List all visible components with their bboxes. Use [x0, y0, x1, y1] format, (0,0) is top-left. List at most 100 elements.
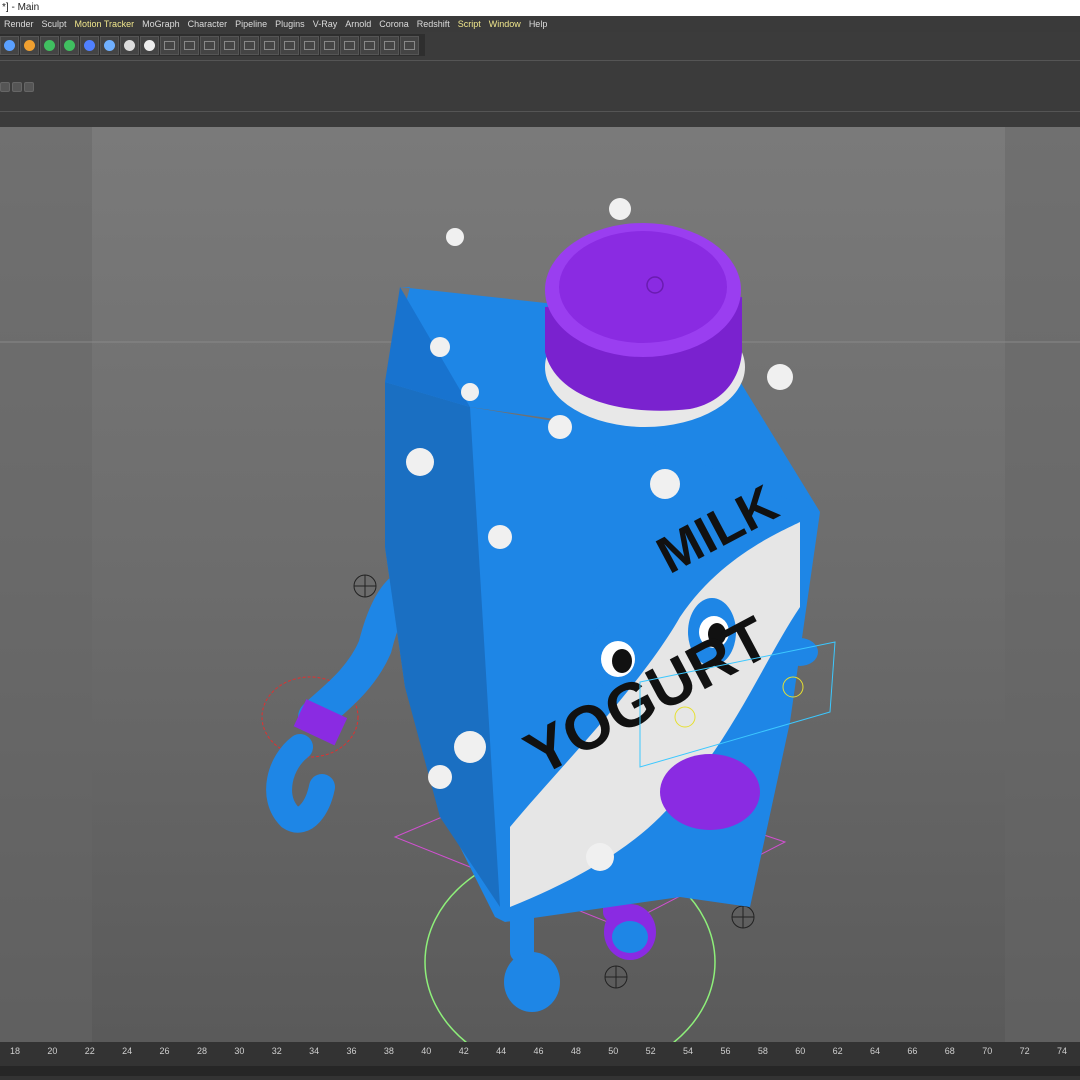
cube-button[interactable]	[0, 35, 19, 55]
timeline-tick-label: 70	[982, 1046, 993, 1056]
timeline-tick-label: 66	[907, 1046, 918, 1056]
timeline-tick-label: 18	[9, 1046, 21, 1056]
timeline-tick-label: 24	[122, 1046, 133, 1056]
tool-button[interactable]	[400, 35, 419, 55]
3d-viewport[interactable]: MILK YOGURT	[0, 127, 1080, 1042]
main-toolbar	[0, 34, 425, 56]
timeline-tick-label: 50	[608, 1046, 619, 1056]
divider	[0, 60, 1080, 61]
timeline-tick-label: 28	[196, 1046, 207, 1056]
tool-icon	[324, 40, 335, 50]
grid-button[interactable]	[160, 35, 179, 55]
timeline-tick-label: 60	[795, 1046, 806, 1056]
divider	[0, 111, 1080, 112]
camera-icon	[124, 39, 135, 51]
tool-button[interactable]	[300, 35, 319, 55]
timeline-tick-label: 26	[159, 1046, 170, 1056]
tool-button[interactable]	[220, 35, 239, 55]
timeline-tick-label: 36	[346, 1046, 357, 1056]
light-icon	[144, 39, 155, 51]
menu-item[interactable]: Plugins	[271, 16, 309, 32]
tool-icon	[404, 40, 415, 50]
timeline-tick-label: 32	[271, 1046, 282, 1056]
timeline-tick-label: 58	[757, 1046, 768, 1056]
timeline-tick-label: 22	[84, 1046, 95, 1056]
menu-item[interactable]: Render	[0, 16, 38, 32]
mini-button[interactable]	[24, 82, 34, 92]
tool-icon	[364, 40, 375, 50]
menu-item[interactable]: V-Ray	[309, 16, 342, 32]
tool-icon	[304, 40, 315, 50]
tool-button[interactable]	[340, 35, 359, 55]
timeline-tick-label: 72	[1019, 1046, 1030, 1056]
menu-item[interactable]: Redshift	[413, 16, 454, 32]
menu-item[interactable]: Corona	[375, 16, 413, 32]
tool-button[interactable]	[380, 35, 399, 55]
timeline-tick-label: 46	[533, 1046, 544, 1056]
timeline-tick-label: 42	[458, 1046, 469, 1056]
tool-button[interactable]	[280, 35, 299, 55]
timeline-tick-label: 30	[234, 1046, 245, 1056]
timeline-tick-label: 34	[309, 1046, 320, 1056]
floor-icon	[104, 39, 115, 51]
timeline-tick-label: 54	[683, 1046, 694, 1056]
viewport-render: MILK YOGURT	[0, 127, 1080, 1042]
tool-icon	[184, 40, 195, 50]
menu-item[interactable]: Window	[485, 16, 525, 32]
tool-button[interactable]	[200, 35, 219, 55]
mini-button[interactable]	[12, 82, 22, 92]
timeline-tick-label: 20	[47, 1046, 58, 1056]
menu-item[interactable]: Pipeline	[231, 16, 271, 32]
viewport-mini-toolbar	[0, 80, 36, 94]
timeline-tick-label: 48	[570, 1046, 581, 1056]
bottle-cap	[545, 223, 745, 427]
timeline-tick-label: 62	[832, 1046, 843, 1056]
timeline-tick-label: 56	[720, 1046, 731, 1056]
timeline-tick-label: 52	[645, 1046, 656, 1056]
camera-button[interactable]	[120, 35, 139, 55]
timeline-tick-label: 74	[1056, 1046, 1068, 1056]
menu-item[interactable]: MoGraph	[138, 16, 184, 32]
tool-button[interactable]	[180, 35, 199, 55]
tool-icon	[344, 40, 355, 50]
timeline-tick-label: 38	[383, 1046, 394, 1056]
subdivision-button[interactable]	[40, 35, 59, 55]
timeline-tick-label: 64	[870, 1046, 881, 1056]
window-titlebar: *] - Main	[0, 0, 1080, 16]
tool-icon	[384, 40, 395, 50]
menu-item[interactable]: Arnold	[341, 16, 375, 32]
timeline-scrollbar[interactable]	[0, 1066, 1080, 1076]
deformer-icon	[84, 39, 95, 51]
menu-item[interactable]: Script	[454, 16, 485, 32]
tool-icon	[204, 40, 215, 50]
cloner-button[interactable]	[60, 35, 79, 55]
title-prefix: *]	[2, 2, 9, 13]
tool-icon	[264, 40, 275, 50]
tool-button[interactable]	[260, 35, 279, 55]
cube-icon	[4, 39, 15, 51]
floor-button[interactable]	[100, 35, 119, 55]
tool-button[interactable]	[360, 35, 379, 55]
tool-icon	[224, 40, 235, 50]
subdivision-icon	[44, 39, 55, 51]
deformer-button[interactable]	[80, 35, 99, 55]
pen-button[interactable]	[20, 35, 39, 55]
menu-bar: Render Sculpt Motion Tracker MoGraph Charact…	[0, 16, 1080, 32]
mini-button[interactable]	[0, 82, 10, 92]
grid-icon	[164, 40, 175, 50]
tool-button[interactable]	[320, 35, 339, 55]
window-title: Main	[17, 2, 40, 13]
menu-item[interactable]: Help	[525, 16, 552, 32]
timeline-tick-label: 40	[421, 1046, 432, 1056]
tool-button[interactable]	[240, 35, 259, 55]
pen-icon	[24, 39, 35, 51]
timeline-tick-label: 68	[944, 1046, 955, 1056]
menu-item[interactable]: Sculpt	[38, 16, 71, 32]
light-button[interactable]	[140, 35, 159, 55]
menu-item[interactable]: Motion Tracker	[71, 16, 139, 32]
cloner-icon	[64, 39, 75, 51]
tool-icon	[244, 40, 255, 50]
menu-item[interactable]: Character	[184, 16, 232, 32]
timeline-tick-label: 44	[496, 1046, 507, 1056]
tool-icon	[284, 40, 295, 50]
